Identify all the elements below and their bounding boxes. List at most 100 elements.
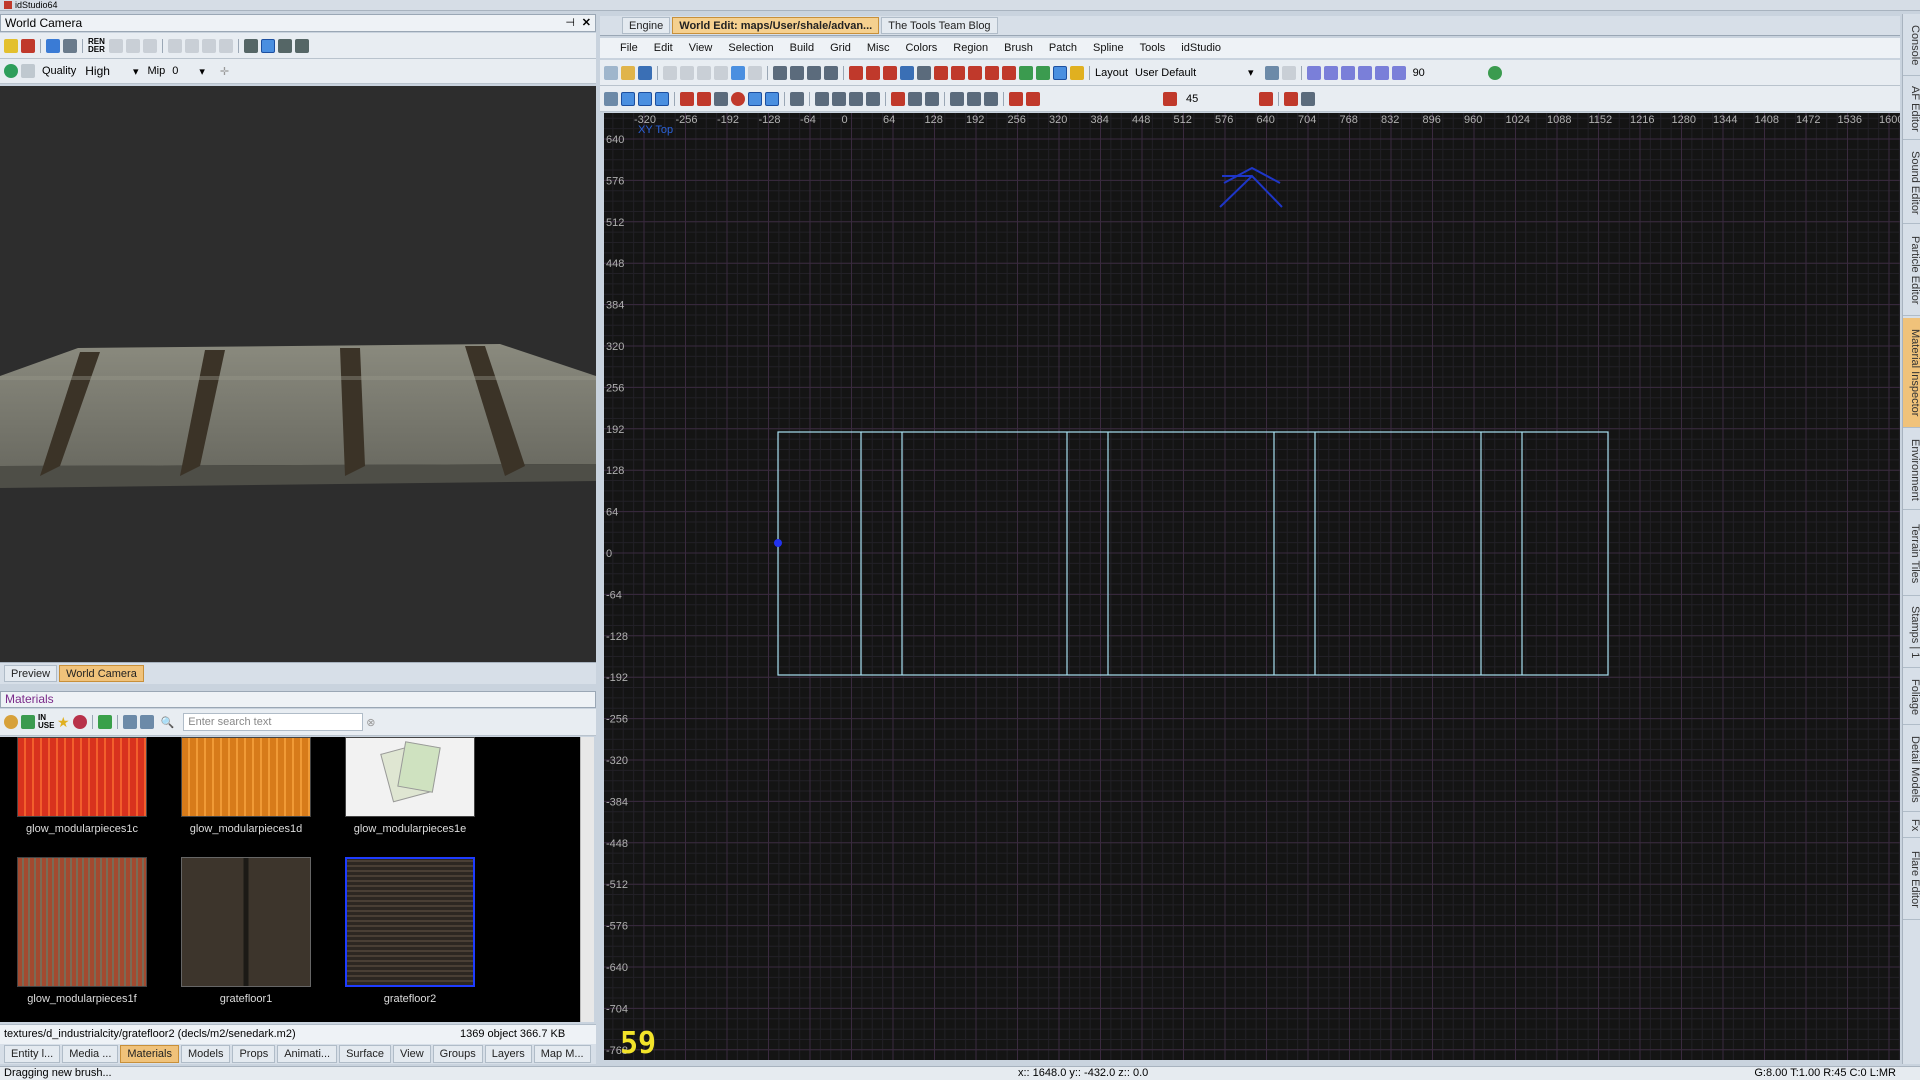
- select-tool-icon[interactable]: [621, 91, 635, 106]
- cut-tool-icon[interactable]: [891, 91, 905, 106]
- layout-reset-icon[interactable]: [1281, 65, 1296, 80]
- menu-file[interactable]: File: [612, 42, 646, 54]
- axis-y-icon[interactable]: [1340, 65, 1355, 80]
- light-entity-icon[interactable]: [1026, 91, 1040, 106]
- side-tab-environment[interactable]: Environment: [1903, 430, 1920, 510]
- flip-y-icon[interactable]: [790, 65, 804, 80]
- menu-grid[interactable]: Grid: [822, 42, 859, 54]
- snap-angle-icon[interactable]: [1163, 91, 1177, 106]
- tab-layers[interactable]: Layers: [484, 1045, 532, 1063]
- crosshair-icon[interactable]: ✛: [220, 65, 229, 78]
- tab-models[interactable]: Models: [181, 1045, 231, 1063]
- paste-icon[interactable]: [143, 38, 157, 53]
- pin-icon[interactable]: ⊣: [565, 15, 575, 31]
- tab-tools-blog[interactable]: The Tools Team Blog: [881, 17, 998, 34]
- globe-icon[interactable]: [4, 64, 18, 78]
- face-tool-icon[interactable]: [765, 91, 779, 106]
- region-brush-icon[interactable]: [985, 65, 999, 80]
- tab-groups[interactable]: Groups: [432, 1045, 483, 1063]
- mip-select[interactable]: 0: [172, 65, 178, 77]
- region-icon[interactable]: [951, 65, 965, 80]
- material-item[interactable]: gratefloor1: [180, 857, 312, 1005]
- snap-tool-icon[interactable]: [925, 91, 939, 106]
- region-set-icon[interactable]: [1002, 65, 1016, 80]
- brush-tool-icon[interactable]: [680, 91, 694, 106]
- light-icon[interactable]: [4, 38, 18, 53]
- menu-tools[interactable]: Tools: [1132, 42, 1174, 54]
- star-icon[interactable]: ★: [57, 714, 70, 731]
- rotate-x-icon[interactable]: [807, 65, 821, 80]
- hollow-icon[interactable]: [883, 65, 897, 80]
- cut-icon[interactable]: [109, 38, 123, 53]
- in-use-button[interactable]: IN USE: [38, 714, 54, 730]
- axis-zz-icon[interactable]: [1391, 65, 1406, 80]
- side-tab-material-inspector[interactable]: Material Inspector: [1903, 318, 1920, 428]
- csg-merge-icon[interactable]: [866, 65, 880, 80]
- move-tool-icon[interactable]: [638, 91, 652, 106]
- tab-map[interactable]: Map M...: [533, 1045, 591, 1063]
- sphere-tool-icon[interactable]: [731, 91, 745, 106]
- material-item[interactable]: glow_modularpieces1f: [16, 857, 148, 1005]
- new-icon[interactable]: [604, 65, 618, 80]
- axis-x-icon[interactable]: [1306, 65, 1321, 80]
- csg-subtract-icon[interactable]: [849, 65, 863, 80]
- side-tab-particle-editor[interactable]: Particle Editor: [1903, 226, 1920, 316]
- menu-build[interactable]: Build: [782, 42, 822, 54]
- camera-move-icon[interactable]: [46, 38, 60, 53]
- align-icon[interactable]: [790, 91, 804, 106]
- path-2-icon[interactable]: [832, 91, 846, 106]
- camera-icon[interactable]: [1053, 65, 1067, 80]
- menu-misc[interactable]: Misc: [859, 42, 898, 54]
- texture-lock-icon[interactable]: [917, 65, 931, 80]
- check-icon[interactable]: [21, 64, 35, 78]
- auto-icon[interactable]: [984, 91, 998, 106]
- chevron-down-icon[interactable]: ▾: [133, 65, 139, 78]
- open-icon[interactable]: [621, 65, 635, 80]
- sun-icon[interactable]: [1070, 65, 1084, 80]
- tab-world-camera[interactable]: World Camera: [59, 665, 144, 682]
- close-icon[interactable]: ✕: [582, 15, 591, 31]
- tab-view[interactable]: View: [393, 1045, 431, 1063]
- side-tab-console[interactable]: Console: [1903, 16, 1920, 76]
- menu-selection[interactable]: Selection: [720, 42, 781, 54]
- tag-icon[interactable]: [72, 715, 87, 729]
- camera-viewport[interactable]: [0, 86, 596, 662]
- chevron-down-icon[interactable]: ▾: [199, 65, 205, 78]
- material-item[interactable]: glow_modularpieces1e: [344, 737, 476, 835]
- display-mode-icon[interactable]: [63, 38, 77, 53]
- home-icon[interactable]: [4, 715, 18, 729]
- sphere-icon[interactable]: [202, 38, 216, 53]
- menu-patch[interactable]: Patch: [1041, 42, 1085, 54]
- material-item[interactable]: glow_modularpieces1c: [16, 737, 148, 835]
- tab-entity[interactable]: Entity l...: [4, 1045, 61, 1063]
- view-xy-icon[interactable]: [604, 91, 618, 106]
- clear-search-icon[interactable]: ⊗: [366, 716, 375, 729]
- side-tab-af-editor[interactable]: AF Editor: [1903, 78, 1920, 140]
- side-tab-terrain-tiles[interactable]: Terrain Tiles: [1903, 512, 1920, 596]
- tab-props[interactable]: Props: [232, 1045, 276, 1063]
- filter-icon[interactable]: [244, 38, 258, 53]
- flip-x-icon[interactable]: [773, 65, 787, 80]
- save-icon[interactable]: [638, 65, 652, 80]
- pivot-icon[interactable]: [1284, 91, 1298, 106]
- region-off-icon[interactable]: [968, 65, 982, 80]
- side-tab-fx[interactable]: Fx: [1903, 814, 1920, 838]
- layout-save-icon[interactable]: [1264, 65, 1279, 80]
- grid-down-icon[interactable]: [950, 91, 964, 106]
- path-1-icon[interactable]: [815, 91, 829, 106]
- rotation-angle[interactable]: 90: [1413, 67, 1425, 79]
- up-folder-icon[interactable]: [97, 715, 112, 729]
- undo-icon[interactable]: [731, 65, 745, 80]
- vertex-tool-icon[interactable]: [714, 91, 728, 106]
- side-tab-detail-models[interactable]: Detail Models: [1903, 727, 1920, 812]
- paste-icon[interactable]: [697, 65, 711, 80]
- side-tab-foliage[interactable]: Foliage: [1903, 670, 1920, 725]
- material-item-selected[interactable]: gratefloor2: [344, 857, 476, 1005]
- path-4-icon[interactable]: [866, 91, 880, 106]
- side-tab-sound-editor[interactable]: Sound Editor: [1903, 142, 1920, 224]
- side-tab-flare-editor[interactable]: Flare Editor: [1903, 840, 1920, 920]
- redo-icon[interactable]: [748, 65, 762, 80]
- axis-xz-icon[interactable]: [1323, 65, 1338, 80]
- box-icon[interactable]: [185, 38, 199, 53]
- render-button[interactable]: REN DER: [88, 37, 106, 54]
